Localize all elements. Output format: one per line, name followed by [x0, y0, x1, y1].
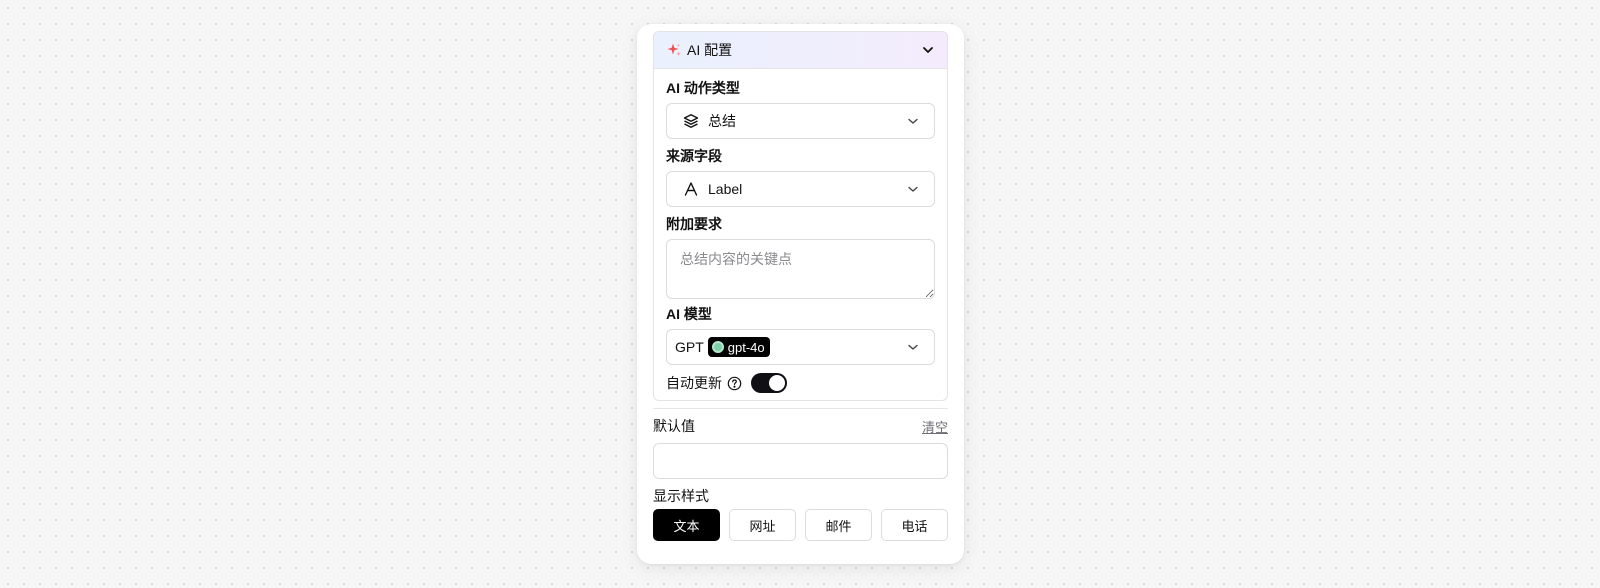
chevron-down-icon[interactable]: [921, 43, 935, 57]
help-circle-icon[interactable]: [727, 376, 742, 391]
action-type-select[interactable]: 总结: [666, 103, 935, 139]
source-field-select[interactable]: Label: [666, 171, 935, 207]
display-style-segmented: 文本 网址 邮件 电话: [653, 509, 948, 541]
model-badge: gpt-4o: [707, 337, 770, 357]
auto-update-row: 自动更新: [666, 371, 935, 395]
source-field-label: 来源字段: [666, 148, 722, 164]
section-divider: [653, 408, 948, 409]
display-style-option-phone[interactable]: 电话: [881, 509, 948, 541]
action-type-label: AI 动作类型: [666, 80, 740, 96]
default-value-row: 默认值 清空: [653, 416, 948, 436]
model-provider: GPT: [675, 339, 704, 355]
extra-requirements-label: 附加要求: [666, 216, 722, 232]
model-status-dot: [711, 341, 724, 353]
action-type-value: 总结: [708, 113, 736, 129]
sparkle-icon: [666, 42, 682, 58]
chevron-down-icon: [906, 114, 920, 128]
auto-update-toggle[interactable]: [751, 373, 787, 393]
display-style-option-email[interactable]: 邮件: [805, 509, 872, 541]
ai-model-label: AI 模型: [666, 306, 712, 322]
display-style-label: 显示样式: [653, 488, 709, 504]
default-value-input[interactable]: [653, 443, 948, 479]
text-type-icon: [683, 181, 699, 197]
field-config-panel: AI 配置 AI 动作类型 总结 来源字段 Label 附加要求 总结内容的关键…: [637, 24, 964, 564]
layers-icon: [683, 113, 699, 129]
ai-config-title: AI 配置: [687, 42, 733, 58]
source-field-value: Label: [708, 181, 743, 197]
auto-update-label: 自动更新: [666, 375, 722, 391]
ai-config-section: AI 配置 AI 动作类型 总结 来源字段 Label 附加要求 总结内容的关键…: [653, 31, 948, 401]
chevron-down-icon: [906, 340, 920, 354]
chevron-down-icon: [906, 182, 920, 196]
clear-default-link[interactable]: 清空: [922, 417, 948, 436]
ai-config-header[interactable]: AI 配置: [654, 32, 947, 69]
extra-requirements-textarea[interactable]: [666, 239, 935, 299]
display-style-option-text[interactable]: 文本: [653, 509, 720, 541]
default-value-label: 默认值: [653, 418, 695, 434]
model-name: gpt-4o: [727, 339, 765, 355]
display-style-option-url[interactable]: 网址: [729, 509, 796, 541]
ai-model-select[interactable]: GPT gpt-4o: [666, 329, 935, 365]
toggle-knob: [769, 375, 785, 391]
